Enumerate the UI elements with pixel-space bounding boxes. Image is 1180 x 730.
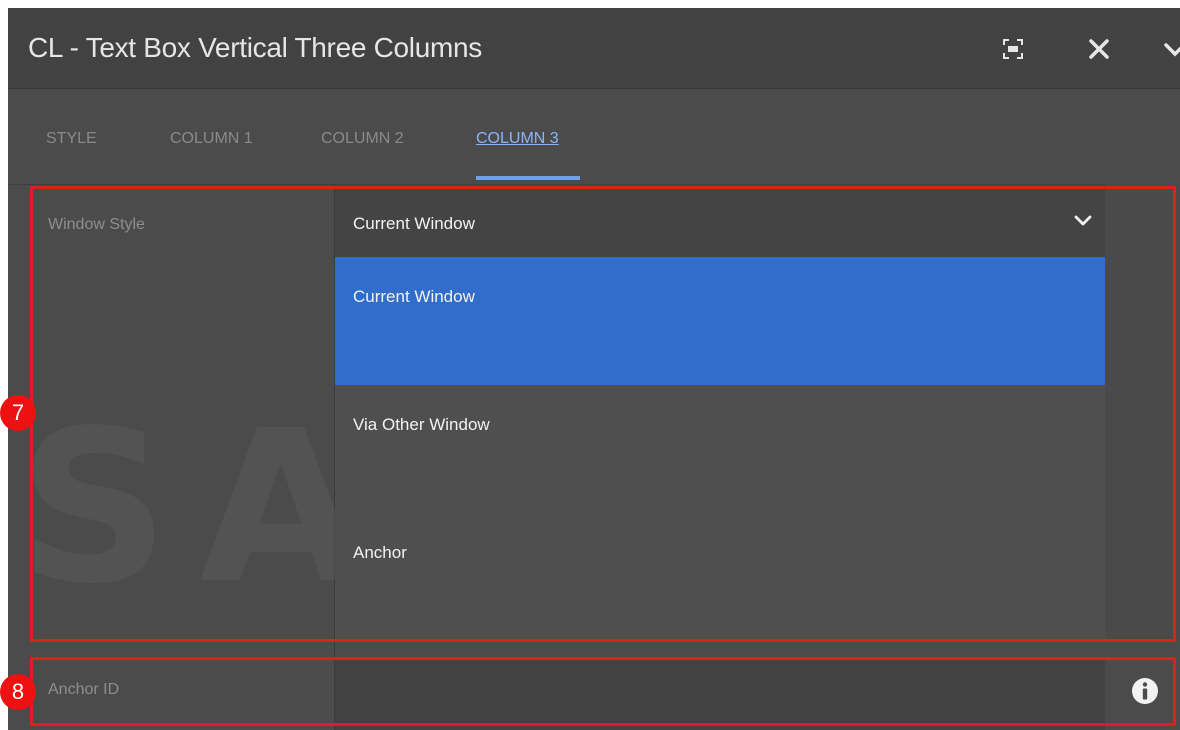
right-panel-strip	[1105, 184, 1180, 642]
close-icon[interactable]	[1084, 34, 1114, 64]
tab-column-3[interactable]: COLUMN 3	[476, 130, 559, 148]
anchor-id-label: Anchor ID	[48, 681, 120, 698]
option-label: Anchor	[353, 543, 407, 562]
fullscreen-icon[interactable]	[998, 34, 1028, 64]
dialog-title: CL - Text Box Vertical Three Columns	[28, 32, 482, 63]
active-tab-indicator	[476, 176, 580, 180]
window-style-selected-value: Current Window	[353, 214, 475, 233]
window-style-select[interactable]: Current Window	[335, 184, 1105, 257]
tab-style[interactable]: STYLE	[46, 130, 97, 148]
option-anchor[interactable]: Anchor	[335, 513, 1105, 641]
dialog-titlebar: CL - Text Box Vertical Three Columns	[8, 8, 1180, 89]
window-style-label: Window Style	[48, 216, 145, 233]
tab-column-2[interactable]: COLUMN 2	[321, 130, 404, 148]
tab-column-1[interactable]: COLUMN 1	[170, 130, 253, 148]
annotation-badge-7: 7	[0, 395, 36, 431]
window-style-dropdown: Current Window Via Other Window Anchor	[335, 257, 1106, 642]
option-label: Via Other Window	[353, 415, 490, 434]
chevron-down-icon	[1074, 215, 1092, 226]
tab-bar: STYLE COLUMN 1 COLUMN 2 COLUMN 3	[8, 88, 1180, 185]
option-via-other-window[interactable]: Via Other Window	[335, 385, 1105, 513]
annotation-badge-8: 8	[0, 674, 36, 710]
component-dialog: CL - Text Box Vertical Three Columns STY…	[8, 8, 1180, 730]
chevron-down-icon[interactable]	[1160, 34, 1180, 64]
info-icon[interactable]	[1130, 676, 1160, 706]
option-current-window[interactable]: Current Window	[335, 257, 1105, 385]
option-label: Current Window	[353, 287, 475, 306]
anchor-id-input[interactable]	[334, 659, 1105, 730]
